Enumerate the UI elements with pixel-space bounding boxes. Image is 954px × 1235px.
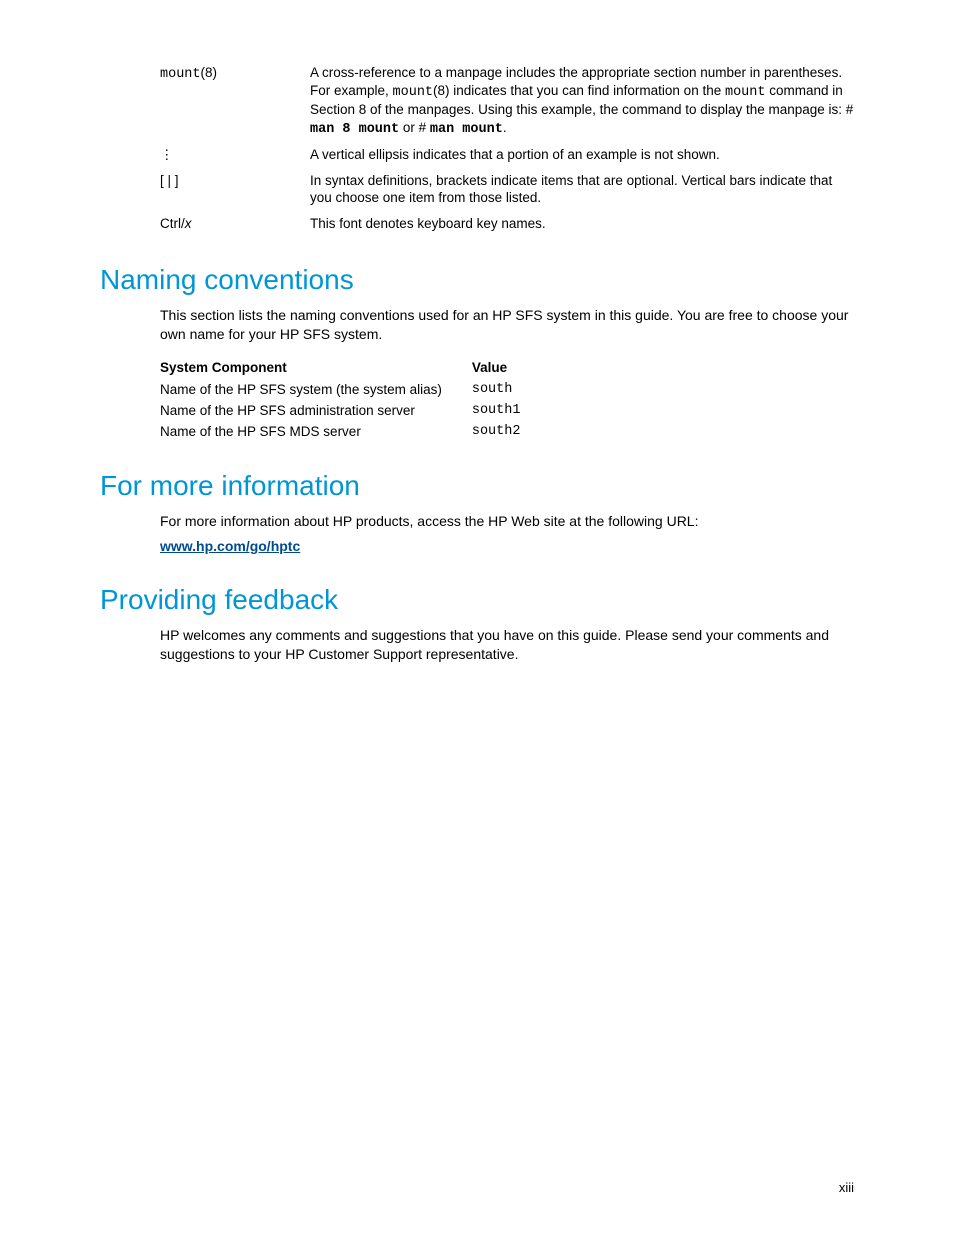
convention-term: ⋮ xyxy=(160,142,310,168)
convention-term: mount(8) xyxy=(160,60,310,142)
convention-row: ⋮ A vertical ellipsis indicates that a p… xyxy=(160,142,854,168)
convention-row: [ | ] In syntax definitions, brackets in… xyxy=(160,168,854,211)
moreinfo-intro: For more information about HP products, … xyxy=(160,512,854,531)
table-row: Name of the HP SFS administration server… xyxy=(160,400,550,421)
convention-row: Ctrl/x This font denotes keyboard key na… xyxy=(160,211,854,237)
naming-table: System Component Value Name of the HP SF… xyxy=(160,356,550,442)
cell-value: south xyxy=(472,379,551,400)
th-system-component: System Component xyxy=(160,356,472,379)
convention-term: Ctrl/x xyxy=(160,211,310,237)
page: mount(8) A cross-reference to a manpage … xyxy=(0,0,954,1235)
heading-for-more-information: For more information xyxy=(100,470,854,502)
hptc-link[interactable]: www.hp.com/go/hptc xyxy=(160,538,300,554)
cell-component: Name of the HP SFS MDS server xyxy=(160,421,472,442)
vertical-ellipsis-icon: ⋮ xyxy=(160,147,174,162)
convention-definition: A vertical ellipsis indicates that a por… xyxy=(310,142,854,168)
convention-row: mount(8) A cross-reference to a manpage … xyxy=(160,60,854,142)
table-header-row: System Component Value xyxy=(160,356,550,379)
term-rest: (8) xyxy=(201,65,218,80)
cell-component: Name of the HP SFS system (the system al… xyxy=(160,379,472,400)
convention-definition: In syntax definitions, brackets indicate… xyxy=(310,168,854,211)
convention-definition: A cross-reference to a manpage includes … xyxy=(310,60,854,142)
naming-intro: This section lists the naming convention… xyxy=(160,306,854,344)
moreinfo-link-wrap: www.hp.com/go/hptc xyxy=(160,537,854,556)
th-value: Value xyxy=(472,356,551,379)
cell-component: Name of the HP SFS administration server xyxy=(160,400,472,421)
feedback-body: HP welcomes any comments and suggestions… xyxy=(160,626,854,664)
table-row: Name of the HP SFS system (the system al… xyxy=(160,379,550,400)
heading-naming-conventions: Naming conventions xyxy=(100,264,854,296)
cell-value: south2 xyxy=(472,421,551,442)
table-row: Name of the HP SFS MDS server south2 xyxy=(160,421,550,442)
term-mono: mount xyxy=(160,67,201,82)
convention-definition: This font denotes keyboard key names. xyxy=(310,211,854,237)
convention-term: [ | ] xyxy=(160,168,310,211)
conventions-table: mount(8) A cross-reference to a manpage … xyxy=(160,60,854,236)
page-number: xiii xyxy=(839,1180,854,1195)
cell-value: south1 xyxy=(472,400,551,421)
heading-providing-feedback: Providing feedback xyxy=(100,584,854,616)
